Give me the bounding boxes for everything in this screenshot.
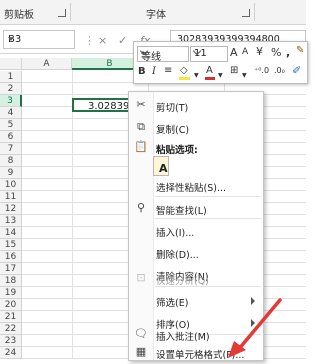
annotation-arrow-icon — [228, 298, 282, 358]
